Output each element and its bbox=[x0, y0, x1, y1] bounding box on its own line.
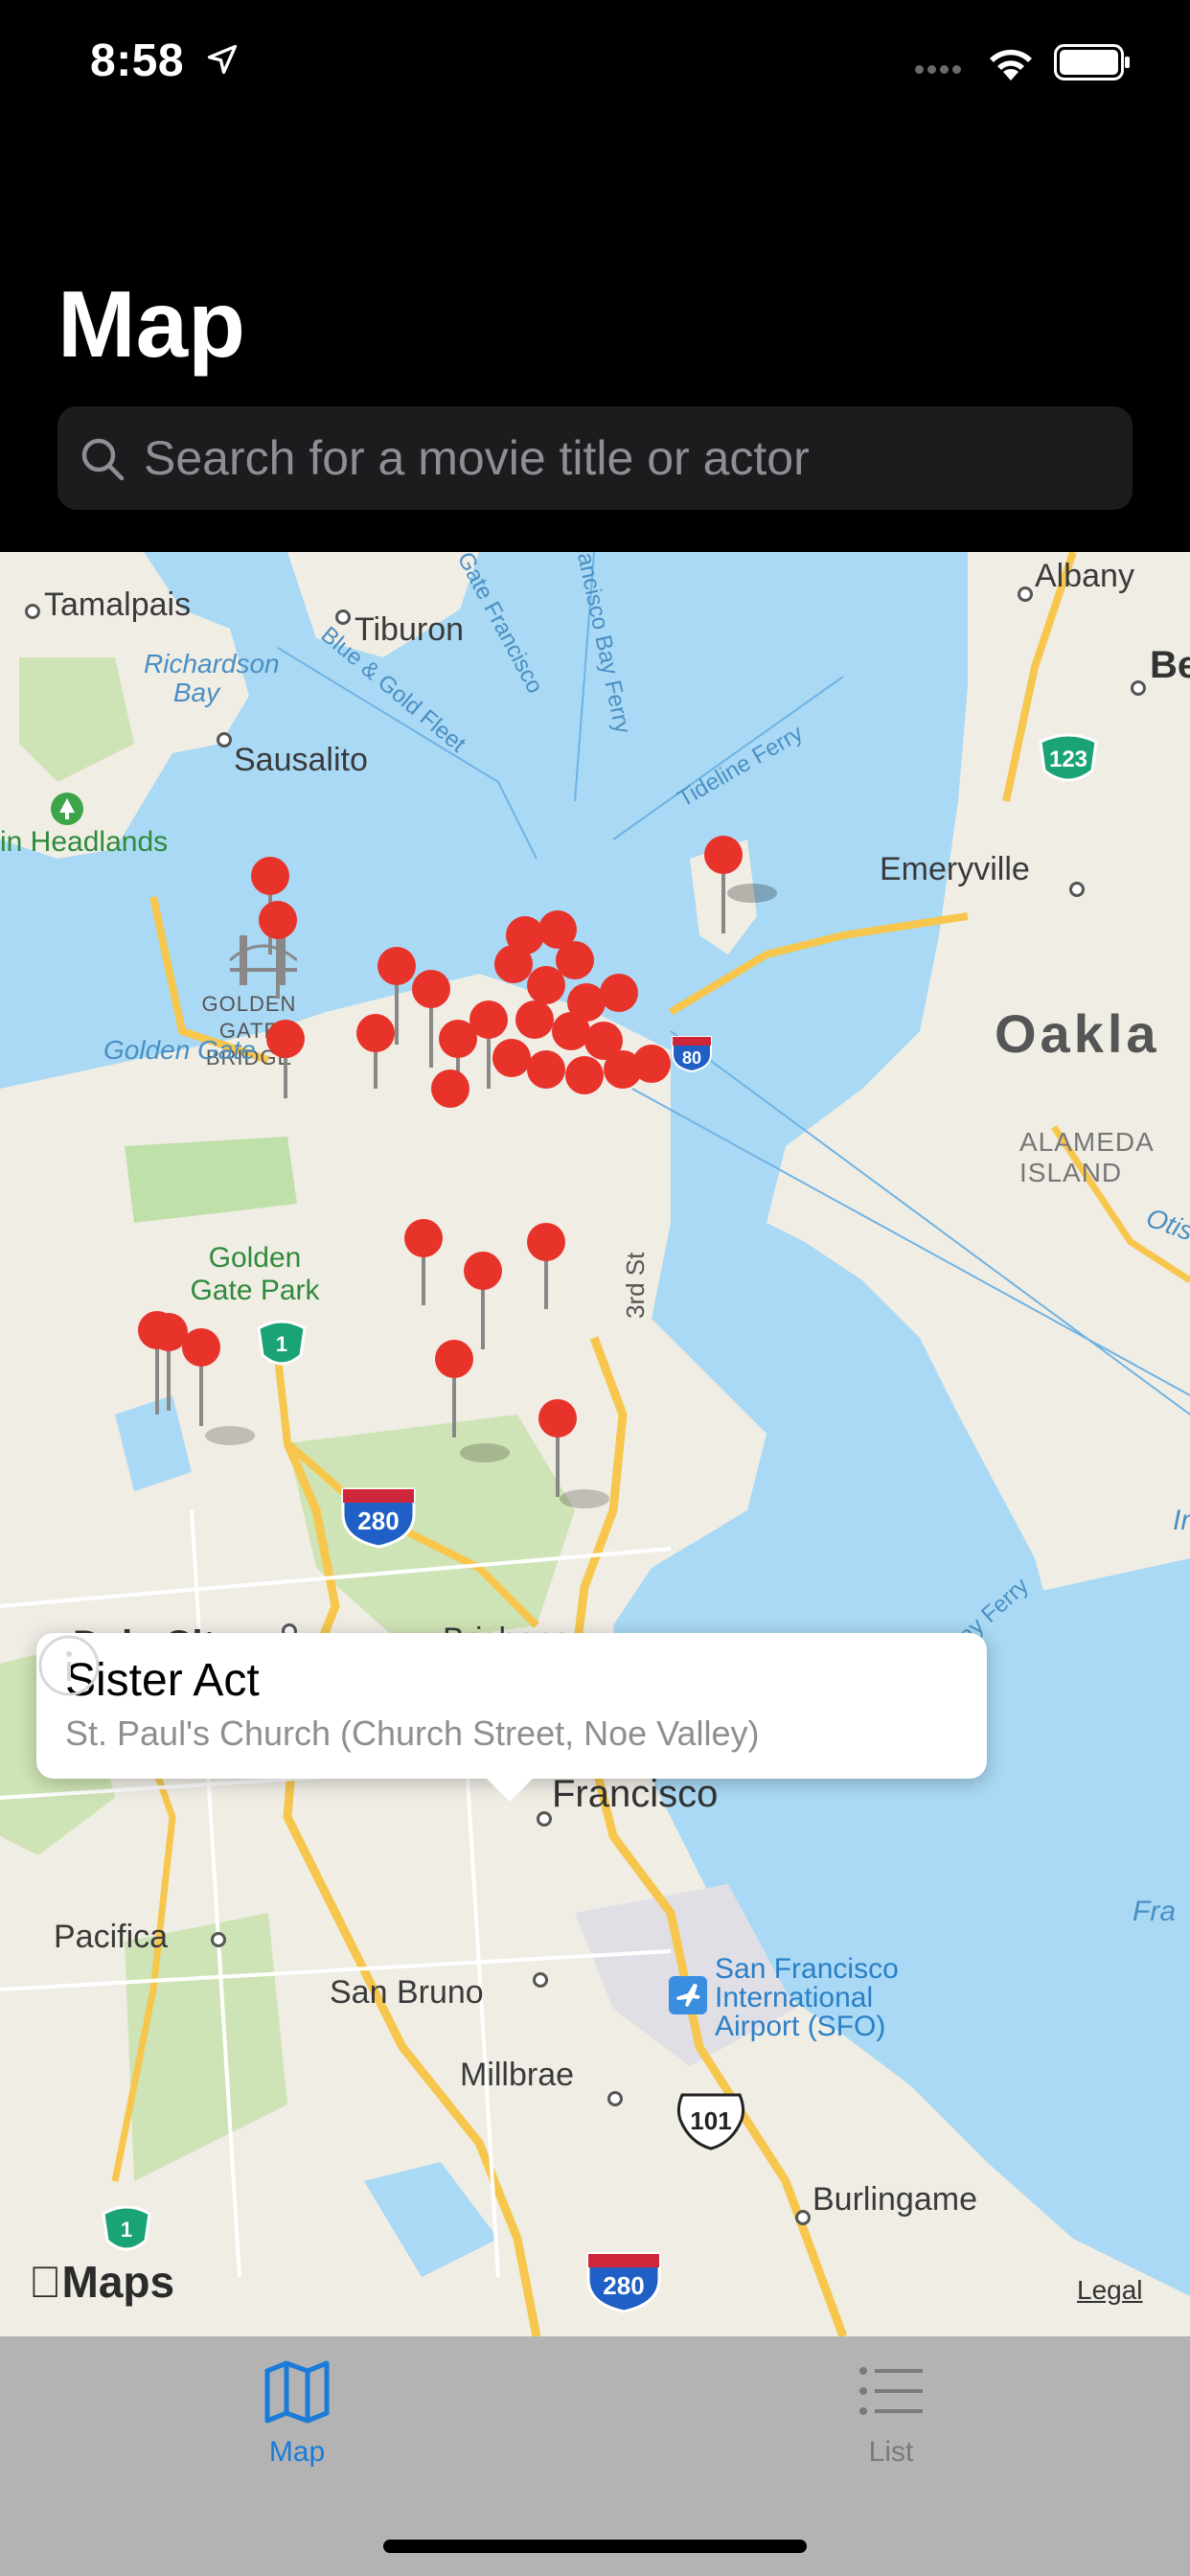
map-pin[interactable] bbox=[492, 1039, 531, 1077]
info-icon[interactable] bbox=[36, 1633, 102, 1698]
map-pin[interactable] bbox=[356, 1014, 395, 1089]
map-pin[interactable] bbox=[600, 974, 638, 1012]
map-pin[interactable] bbox=[464, 1252, 502, 1349]
map-pin[interactable] bbox=[552, 1012, 590, 1050]
home-indicator bbox=[383, 2540, 807, 2553]
map-pin[interactable] bbox=[704, 836, 777, 933]
wifi-icon bbox=[990, 49, 1032, 80]
map-pin[interactable] bbox=[266, 1020, 305, 1098]
status-time: 8:58 bbox=[90, 35, 185, 86]
header: Map bbox=[0, 126, 1190, 552]
map-icon bbox=[264, 2360, 330, 2424]
search-bar[interactable] bbox=[57, 406, 1133, 510]
tab-bar: Map List bbox=[0, 2336, 1190, 2576]
map-pin[interactable] bbox=[494, 945, 533, 983]
map-pin[interactable] bbox=[259, 901, 297, 999]
maps-attribution-text: Maps bbox=[29, 2257, 175, 2307]
map-pin[interactable] bbox=[182, 1328, 255, 1445]
map-pins bbox=[138, 836, 777, 1508]
map-pin[interactable] bbox=[527, 1050, 565, 1089]
tab-map-label: Map bbox=[268, 2436, 326, 2468]
map-pin[interactable] bbox=[412, 970, 450, 1068]
search-icon bbox=[81, 438, 125, 481]
apple-logo-icon:  bbox=[29, 2257, 62, 2307]
tab-map[interactable]: Map bbox=[182, 2358, 412, 2501]
map-pin[interactable] bbox=[538, 1399, 609, 1508]
status-bar: 8:58 bbox=[0, 0, 1190, 126]
tab-list-label: List bbox=[868, 2436, 914, 2468]
map-pin[interactable] bbox=[404, 1219, 443, 1305]
search-input[interactable] bbox=[144, 406, 1102, 510]
map-view[interactable]: Tamalpais Richardson Bay Tiburon Sausali… bbox=[0, 552, 1190, 2336]
location-arrow-icon bbox=[207, 44, 238, 75]
map-pin[interactable] bbox=[435, 1340, 510, 1462]
pin-callout[interactable]: Sister Act St. Paul's Church (Church Str… bbox=[36, 1633, 987, 1802]
maps-attribution: Maps bbox=[29, 2256, 174, 2308]
cellular-dots-icon bbox=[915, 61, 965, 79]
map-pin[interactable] bbox=[431, 1070, 469, 1108]
map-pin[interactable] bbox=[527, 966, 565, 1004]
list-icon bbox=[859, 2367, 923, 2415]
map-pin[interactable] bbox=[515, 1000, 554, 1039]
map-pin[interactable] bbox=[527, 1223, 565, 1309]
tab-list[interactable]: List bbox=[776, 2358, 1006, 2501]
map-pin[interactable] bbox=[632, 1045, 671, 1083]
battery-icon bbox=[1054, 44, 1130, 80]
callout-subtitle: St. Paul's Church (Church Street, Noe Va… bbox=[65, 1714, 760, 1753]
legal-link[interactable]: Legal bbox=[1077, 2275, 1143, 2306]
page-title: Map bbox=[57, 271, 245, 377]
map-pin[interactable] bbox=[565, 1056, 604, 1094]
